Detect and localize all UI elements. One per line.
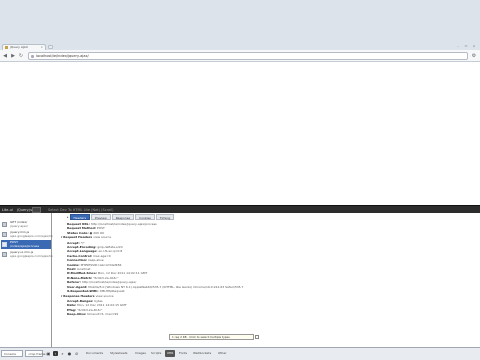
forward-arrow-icon[interactable]: ▶ <box>10 53 16 59</box>
page-icon <box>31 55 34 58</box>
browser-window: jQuery AJAX × – ▭ × ◀ ▶ ↻ localhost/ie/i… <box>0 0 480 360</box>
detail-subtabs: ▸ Headers Preview Response Cookies Timin… <box>67 214 175 221</box>
page-viewport <box>0 62 480 205</box>
tab-strip: jQuery AJAX × – ▭ × <box>0 0 480 50</box>
minimize-button[interactable]: – <box>455 44 461 48</box>
file-icon <box>2 252 7 257</box>
filter-fonts[interactable]: Fonts <box>177 350 189 357</box>
tooltip-checkbox[interactable] <box>255 335 259 339</box>
request-item-selected[interactable]: POST /index/ajax/process <box>1 240 51 249</box>
reload-icon[interactable]: ↻ <box>18 53 24 59</box>
devtools-tabbar: Lite-ui jQuery.js Select Dev To HTML Lit… <box>0 205 480 213</box>
expand-arrow-icon[interactable]: ▸ <box>67 214 69 221</box>
tab-timing[interactable]: Timing <box>155 214 175 220</box>
request-path: jquery-ajax/ <box>10 224 28 228</box>
address-bar[interactable]: localhost/ie/index/jquery-ajax/ <box>28 52 468 60</box>
filter-documents[interactable]: Documents <box>84 350 105 357</box>
devtools-bottombar: Console <top frame> ▣ › ⌕ ● ⊘ Documents … <box>0 347 480 360</box>
frame-selector[interactable]: <top frame> <box>25 350 48 357</box>
wrench-icon[interactable]: ⚙ <box>471 53 477 59</box>
headers-detail: Request URL: http://localhost/ie/index/j… <box>61 222 476 317</box>
console-button[interactable]: Console <box>1 350 23 357</box>
request-list: GET /index/ jquery-ajax/ jquery.min.js a… <box>0 213 53 347</box>
window-controls: – ▭ × <box>455 44 477 49</box>
request-item[interactable]: jquery-ui.min.js ajax.googleapis.com/aja… <box>1 250 53 259</box>
browser-toolbar: ◀ ▶ ↻ localhost/ie/index/jquery-ajax/ ⚙ <box>0 50 480 62</box>
filter-stylesheets[interactable]: Stylesheets <box>108 350 129 357</box>
console-icon[interactable]: › <box>53 351 58 356</box>
filter-scripts[interactable]: Scripts <box>149 350 163 357</box>
filter-other[interactable]: Other <box>216 350 229 357</box>
request-path: ajax.googleapis.com/ajax/lib <box>10 234 53 238</box>
file-icon <box>2 242 7 247</box>
filter-xhr[interactable]: XHR <box>165 350 176 357</box>
address-bar-url[interactable]: localhost/ie/index/jquery-ajax/ <box>36 53 89 60</box>
back-arrow-icon[interactable]: ◀ <box>2 53 8 59</box>
record-icon[interactable]: ● <box>67 351 72 356</box>
tab-preview[interactable]: Preview <box>91 214 111 220</box>
filter-tooltip: 1 req 2 KB · Click to select multiple ty… <box>169 334 254 340</box>
request-path: ajax.googleapis.com/ajax/lib <box>10 254 53 258</box>
request-details-panel: ▸ Headers Preview Response Cookies Timin… <box>53 213 480 347</box>
request-item[interactable]: jquery.min.js ajax.googleapis.com/ajax/l… <box>1 230 53 239</box>
new-tab-button[interactable] <box>48 45 53 49</box>
search-icon[interactable]: ⌕ <box>60 351 65 356</box>
tab-cookies[interactable]: Cookies <box>135 214 155 220</box>
filter-websockets[interactable]: WebSockets <box>191 350 213 357</box>
filter-images[interactable]: Images <box>133 350 148 357</box>
tab-response[interactable]: Response <box>111 214 135 220</box>
file-icon <box>2 222 7 227</box>
file-icon <box>2 232 7 237</box>
request-path: /index/ajax/process <box>10 244 40 248</box>
maximize-button[interactable]: ▭ <box>463 44 469 48</box>
clear-icon[interactable]: ⊘ <box>74 351 79 356</box>
tab-headers[interactable]: Headers <box>69 214 91 220</box>
request-item[interactable]: GET /index/ jquery-ajax/ <box>1 220 51 229</box>
dock-icon[interactable]: ▣ <box>46 351 51 356</box>
favicon-icon <box>5 46 8 49</box>
close-window-button[interactable]: × <box>471 44 477 48</box>
header-row: Keep-Alive: timeout=5, max=99 <box>67 312 119 317</box>
